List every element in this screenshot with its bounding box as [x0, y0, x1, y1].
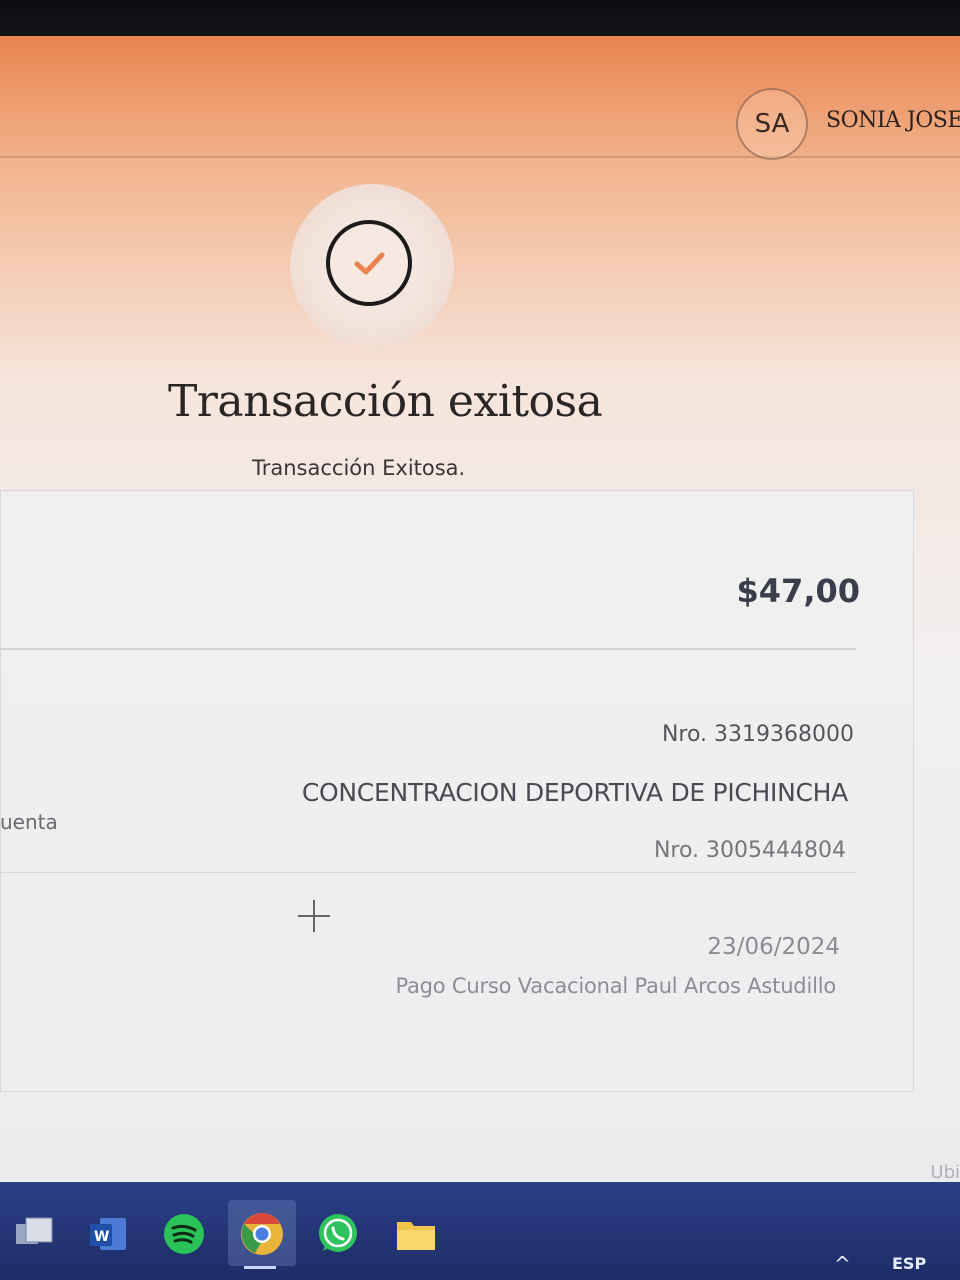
task-view-icon[interactable] — [10, 1210, 58, 1258]
page-subtitle: Transacción Exitosa. — [252, 456, 466, 480]
taskbar — [0, 1182, 960, 1280]
corner-text: Ubi — [930, 1162, 960, 1183]
origin-account-number: Nro. 3319368000 — [661, 722, 854, 747]
divider — [0, 872, 856, 873]
avatar[interactable]: SA — [736, 88, 808, 160]
file-explorer-icon[interactable] — [392, 1210, 440, 1258]
beneficiary-account-number: Nro. 3005444804 — [653, 838, 846, 863]
tray-chevron-icon[interactable]: ^ — [834, 1252, 851, 1276]
word-icon[interactable]: W — [84, 1210, 132, 1258]
transaction-amount: $47,00 — [736, 572, 860, 610]
whatsapp-icon[interactable] — [314, 1210, 362, 1258]
transaction-date: 23/06/2024 — [707, 934, 840, 960]
beneficiary-name: CONCENTRACION DEPORTIVA DE PICHINCHA — [301, 778, 848, 807]
page-title: Transacción exitosa — [168, 376, 603, 427]
language-indicator[interactable]: ESP — [892, 1254, 926, 1273]
chrome-icon[interactable] — [238, 1210, 286, 1258]
svg-text:W: W — [94, 1229, 109, 1245]
active-app-indicator — [244, 1266, 276, 1269]
spotify-icon[interactable] — [160, 1210, 208, 1258]
transaction-description: Pago Curso Vacacional Paul Arcos Astudil… — [395, 974, 836, 998]
plus-icon[interactable] — [296, 898, 332, 934]
user-name[interactable]: SONIA JOSE — [826, 108, 960, 133]
header-divider — [0, 156, 960, 158]
account-label: uenta — [0, 810, 58, 834]
divider — [0, 648, 856, 650]
check-icon — [326, 220, 412, 306]
